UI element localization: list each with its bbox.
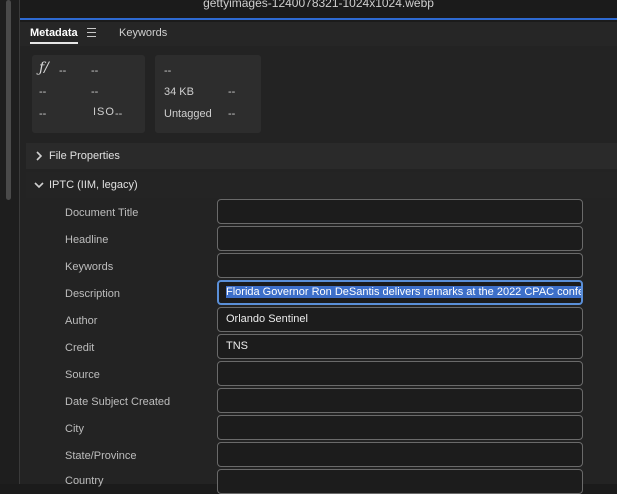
source-field[interactable]	[217, 361, 583, 386]
iptc-section[interactable]: IPTC (IIM, legacy)	[26, 172, 617, 198]
chevron-down-icon[interactable]	[34, 180, 44, 190]
tab-keywords[interactable]: Keywords	[119, 27, 167, 39]
headline-field[interactable]	[217, 226, 583, 251]
keywords-field[interactable]	[217, 253, 583, 278]
file-properties-section[interactable]: File Properties	[26, 143, 617, 169]
file-properties-label: File Properties	[49, 150, 120, 162]
source-label: Source	[65, 369, 100, 381]
author-label: Author	[65, 315, 98, 327]
shutter-value: --	[91, 65, 99, 77]
file-info-tile: -- 34 KB -- Untagged --	[155, 55, 261, 133]
state-province-field[interactable]	[217, 442, 583, 467]
color-profile-value: Untagged	[164, 108, 212, 120]
description-selected-text: Florida Governor Ron DeSantis delivers r…	[226, 286, 583, 298]
left-scrollbar-thumb[interactable]	[6, 0, 11, 200]
credit-label: Credit	[65, 342, 95, 354]
left-scrollbar[interactable]	[0, 0, 20, 484]
description-label: Description	[65, 288, 121, 300]
document-title-label: Document Title	[65, 207, 139, 219]
focal-length-value: --	[91, 86, 99, 98]
description-field[interactable]: Florida Governor Ron DeSantis delivers r…	[217, 280, 583, 305]
document-filename: gettyimages-1240078321-1024x1024.webp	[203, 0, 434, 10]
country-field[interactable]	[217, 469, 583, 494]
bit-depth-value: --	[228, 108, 236, 120]
aperture-icon: ƒ/	[39, 60, 49, 76]
chevron-right-icon[interactable]	[34, 151, 44, 161]
camera-settings-tile: ƒ/ -- -- -- -- -- ISO --	[32, 55, 145, 133]
iso-label: ISO	[93, 106, 115, 118]
headline-label: Headline	[65, 234, 109, 246]
panel-tabs: Metadata Keywords	[20, 22, 617, 46]
color-space-value: --	[228, 86, 236, 98]
country-label: Country	[65, 475, 104, 487]
city-field[interactable]	[217, 415, 583, 440]
metering-value: --	[39, 108, 47, 120]
hamburger-menu-icon[interactable]	[87, 28, 96, 37]
credit-field[interactable]: TNS	[217, 334, 583, 359]
iso-value: --	[115, 108, 123, 120]
active-tab-indicator	[30, 42, 78, 44]
date-subject-created-field[interactable]	[217, 388, 583, 413]
author-field[interactable]: Orlando Sentinel	[217, 307, 583, 332]
document-title-bar: gettyimages-1240078321-1024x1024.webp	[20, 0, 617, 20]
exposure-value: --	[39, 86, 47, 98]
metadata-panel: Metadata Keywords ƒ/ -- -- -- -- -- ISO …	[20, 22, 617, 494]
file-size-value: 34 KB	[164, 86, 194, 98]
state-province-label: State/Province	[65, 450, 137, 462]
iptc-label: IPTC (IIM, legacy)	[49, 179, 138, 191]
tab-metadata[interactable]: Metadata	[30, 27, 78, 39]
date-subject-created-label: Date Subject Created	[65, 396, 171, 408]
aperture-value: --	[59, 65, 67, 77]
dimensions-value: --	[164, 65, 172, 77]
keywords-label: Keywords	[65, 261, 114, 273]
document-title-field[interactable]	[217, 199, 583, 224]
city-label: City	[65, 423, 84, 435]
